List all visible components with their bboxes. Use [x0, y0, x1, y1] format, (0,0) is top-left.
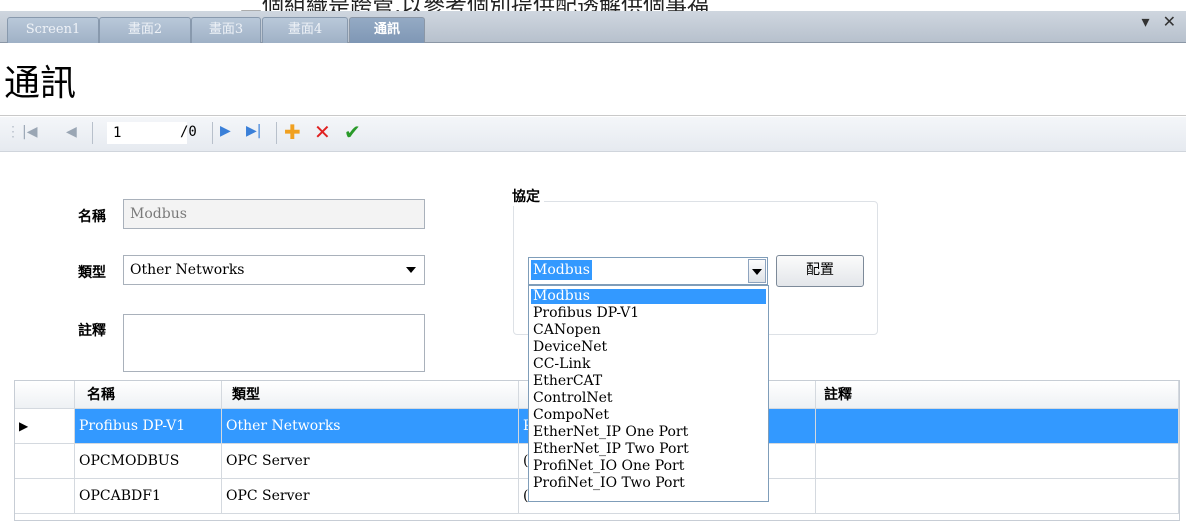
tab-screen1[interactable]: Screen1	[7, 17, 99, 43]
table-row-cell[interactable]: OPC Server	[222, 444, 519, 479]
chevron-down-icon	[752, 269, 762, 275]
config-button[interactable]: 配置	[776, 255, 864, 287]
table-row-cell[interactable]	[816, 409, 1179, 444]
first-record-icon[interactable]: |◀	[22, 124, 37, 140]
chevron-down-icon	[406, 267, 416, 273]
separator	[276, 122, 277, 144]
table-row-cell[interactable]: OPCMODBUS	[75, 444, 222, 479]
previous-record-icon[interactable]: ◀	[66, 124, 77, 140]
row-indicator[interactable]	[15, 479, 75, 514]
name-field[interactable]: Modbus	[123, 199, 425, 229]
comment-field[interactable]	[123, 314, 425, 372]
type-select[interactable]: Other Networks	[123, 255, 425, 285]
dropdown-option[interactable]: CC-Link	[531, 357, 766, 372]
dropdown-option[interactable]: Modbus	[531, 289, 766, 304]
tab-screen4[interactable]: 畫面4	[262, 17, 348, 43]
row-indicator[interactable]: ▶	[15, 409, 75, 444]
table-row-cell[interactable]: OPCABDF1	[75, 479, 222, 514]
tab-strip: Screen1 畫面2 畫面3 畫面4 通訊	[0, 11, 1186, 43]
dropdown-option[interactable]: DeviceNet	[531, 340, 766, 355]
dropdown-option[interactable]: EtherNet_IP One Port	[531, 425, 766, 440]
current-row-arrow-icon: ▶	[19, 419, 29, 433]
type-select-value: Other Networks	[130, 262, 245, 278]
dropdown-option[interactable]: CANopen	[531, 323, 766, 338]
dropdown-option[interactable]: Profibus DP-V1	[531, 306, 766, 321]
window-controls[interactable]: ▾ ✕	[1141, 12, 1180, 31]
protocol-dropdown-button[interactable]	[748, 259, 766, 283]
grid-header-comment[interactable]: 註釋	[816, 381, 1179, 409]
record-total: /0	[180, 124, 197, 140]
table-row-cell[interactable]	[816, 479, 1179, 514]
toolbar-grip-icon: ⋮	[6, 124, 20, 140]
protocol-label: 協定	[512, 186, 544, 206]
type-label: 類型	[78, 265, 106, 281]
delete-record-icon[interactable]: ✕	[314, 120, 331, 144]
record-position-input[interactable]	[107, 122, 187, 144]
last-record-icon[interactable]: ▶|	[246, 123, 261, 139]
protocol-select-value: Modbus	[531, 260, 592, 280]
name-label: 名稱	[78, 209, 106, 225]
grid-header-type[interactable]: 類型	[222, 381, 519, 409]
table-row-cell[interactable]: Profibus DP-V1	[75, 409, 222, 444]
dropdown-option[interactable]: CompoNet	[531, 408, 766, 423]
table-row-cell[interactable]: OPC Server	[222, 479, 519, 514]
dropdown-option[interactable]: EtherCAT	[531, 374, 766, 389]
separator	[92, 122, 93, 144]
tab-communication[interactable]: 通訊	[349, 17, 425, 43]
add-record-icon[interactable]: ✚	[284, 120, 301, 144]
dropdown-option[interactable]: ControlNet	[531, 391, 766, 406]
tab-screen2[interactable]: 畫面2	[99, 17, 191, 43]
save-record-icon[interactable]: ✔	[344, 120, 361, 144]
separator	[212, 122, 213, 144]
comment-label: 註釋	[78, 323, 106, 339]
tab-screen3[interactable]: 畫面3	[191, 17, 261, 43]
grid-header-indicator	[15, 381, 75, 409]
row-indicator[interactable]	[15, 444, 75, 479]
dropdown-option[interactable]: ProfiNet_IO Two Port	[531, 476, 766, 491]
table-row-cell[interactable]	[816, 444, 1179, 479]
next-record-icon[interactable]: ▶	[220, 123, 231, 139]
dropdown-option[interactable]: EtherNet_IP Two Port	[531, 442, 766, 457]
page-title: 通訊	[4, 63, 77, 104]
title-area	[0, 43, 1186, 116]
protocol-dropdown-list: Modbus Profibus DP-V1 CANopen DeviceNet …	[528, 285, 769, 502]
dropdown-option[interactable]: ProfiNet_IO One Port	[531, 459, 766, 474]
table-row-cell[interactable]: Other Networks	[222, 409, 519, 444]
grid-header-name[interactable]: 名稱	[75, 381, 222, 409]
